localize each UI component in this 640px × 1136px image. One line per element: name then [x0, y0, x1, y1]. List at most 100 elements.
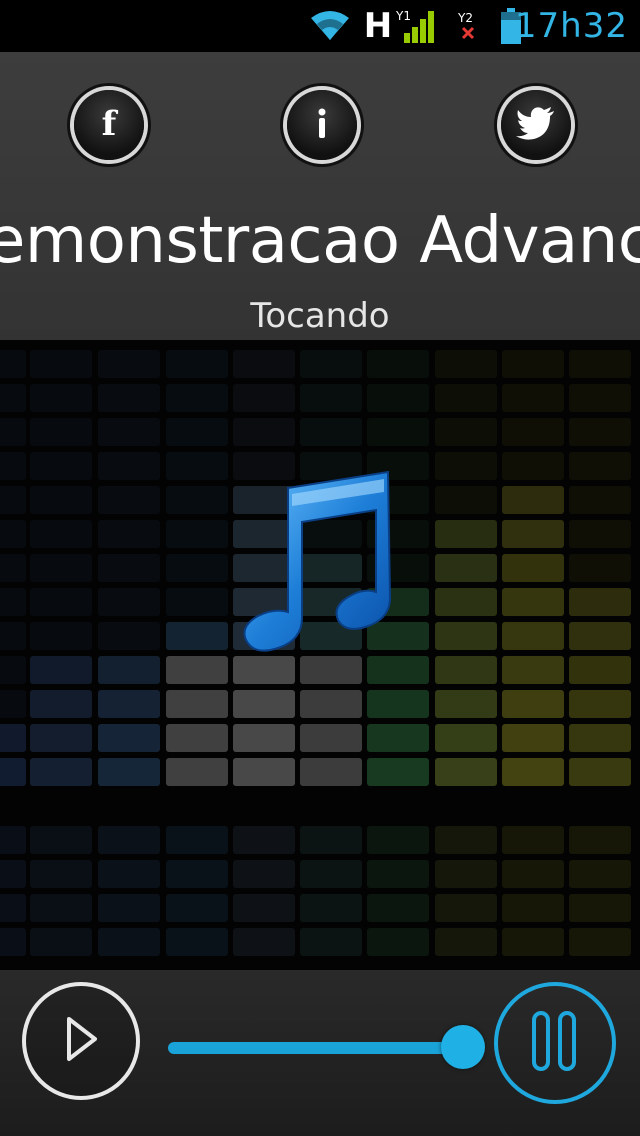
equalizer-cell: [233, 724, 295, 752]
equalizer-cell: [569, 656, 631, 684]
equalizer-cell: [0, 724, 26, 752]
equalizer-cell: [98, 894, 160, 922]
svg-text:Y2: Y2: [457, 11, 473, 25]
equalizer-cell: [233, 690, 295, 718]
equalizer-cell: [435, 520, 497, 548]
equalizer-cell: [166, 826, 228, 854]
equalizer-cell: [569, 928, 631, 956]
equalizer-cell: [300, 928, 362, 956]
equalizer-cell: [30, 860, 92, 888]
volume-slider-track[interactable]: [168, 1042, 464, 1054]
equalizer-cell: [98, 452, 160, 480]
equalizer-cell: [569, 758, 631, 786]
equalizer-cell: [367, 826, 429, 854]
equalizer-cell: [569, 384, 631, 412]
equalizer-cell: [0, 622, 26, 650]
music-note-icon: [238, 468, 398, 672]
equalizer-cell: [569, 588, 631, 616]
equalizer-cell: [0, 656, 26, 684]
sim2-no-signal-icon: Y2: [456, 8, 480, 44]
svg-text:f: f: [102, 104, 119, 143]
equalizer-cell: [435, 860, 497, 888]
twitter-button[interactable]: [501, 90, 571, 160]
equalizer-cell: [30, 724, 92, 752]
equalizer-cell: [98, 656, 160, 684]
equalizer-cell: [435, 656, 497, 684]
facebook-button[interactable]: f: [74, 90, 144, 160]
pause-button[interactable]: [494, 982, 616, 1104]
player-controls: [0, 970, 640, 1136]
equalizer-cell: [0, 350, 26, 378]
equalizer-cell: [0, 384, 26, 412]
equalizer-cell: [0, 690, 26, 718]
equalizer-cell: [435, 690, 497, 718]
equalizer-cell: [502, 928, 564, 956]
equalizer-artwork: [0, 340, 640, 970]
equalizer-cell: [166, 554, 228, 582]
equalizer-cell: [233, 418, 295, 446]
equalizer-cell: [98, 588, 160, 616]
equalizer-cell: [166, 894, 228, 922]
equalizer-cell: [98, 520, 160, 548]
equalizer-cell: [569, 486, 631, 514]
equalizer-cell: [166, 656, 228, 684]
play-button[interactable]: [22, 982, 140, 1100]
equalizer-cell: [569, 554, 631, 582]
equalizer-cell: [233, 350, 295, 378]
equalizer-cell: [502, 690, 564, 718]
facebook-icon: f: [89, 103, 129, 147]
equalizer-cell: [367, 690, 429, 718]
equalizer-cell: [300, 758, 362, 786]
equalizer-cell: [569, 826, 631, 854]
equalizer-cell: [0, 826, 26, 854]
equalizer-cell: [30, 758, 92, 786]
equalizer-cell: [435, 418, 497, 446]
playback-status: Tocando: [250, 296, 390, 336]
equalizer-cell: [98, 928, 160, 956]
equalizer-cell: [166, 622, 228, 650]
equalizer-cell: [569, 520, 631, 548]
equalizer-cell: [502, 486, 564, 514]
equalizer-cell: [502, 894, 564, 922]
equalizer-cell: [30, 486, 92, 514]
equalizer-cell: [502, 452, 564, 480]
equalizer-cell: [502, 860, 564, 888]
equalizer-cell: [502, 418, 564, 446]
equalizer-cell: [0, 928, 26, 956]
equalizer-cell: [166, 486, 228, 514]
equalizer-cell: [435, 588, 497, 616]
equalizer-cell: [569, 860, 631, 888]
equalizer-cell: [0, 554, 26, 582]
equalizer-cell: [233, 894, 295, 922]
equalizer-cell: [300, 826, 362, 854]
equalizer-cell: [502, 588, 564, 616]
equalizer-cell: [367, 724, 429, 752]
svg-text:Y1: Y1: [396, 9, 411, 23]
equalizer-cell: [233, 758, 295, 786]
equalizer-cell: [435, 452, 497, 480]
equalizer-cell: [502, 724, 564, 752]
equalizer-cell: [435, 826, 497, 854]
equalizer-cell: [367, 384, 429, 412]
equalizer-cell: [569, 622, 631, 650]
equalizer-cell: [300, 384, 362, 412]
wifi-icon: [308, 8, 352, 44]
equalizer-cell: [435, 622, 497, 650]
header-panel: f emonstracao Advanceho Tocando: [0, 52, 640, 340]
equalizer-cell: [166, 350, 228, 378]
equalizer-cell: [0, 860, 26, 888]
equalizer-cell: [502, 622, 564, 650]
info-button[interactable]: [287, 90, 357, 160]
equalizer-cell: [98, 384, 160, 412]
equalizer-cell: [166, 588, 228, 616]
play-icon: [61, 1015, 101, 1067]
equalizer-cell: [502, 384, 564, 412]
twitter-icon: [516, 106, 556, 144]
equalizer-cell: [166, 418, 228, 446]
pause-icon: [530, 1009, 580, 1077]
volume-slider-thumb[interactable]: [441, 1025, 486, 1069]
station-title: emonstracao Advanceho: [0, 204, 640, 278]
equalizer-cell: [30, 928, 92, 956]
equalizer-cell: [0, 486, 26, 514]
signal-icon: Y1: [396, 8, 440, 44]
